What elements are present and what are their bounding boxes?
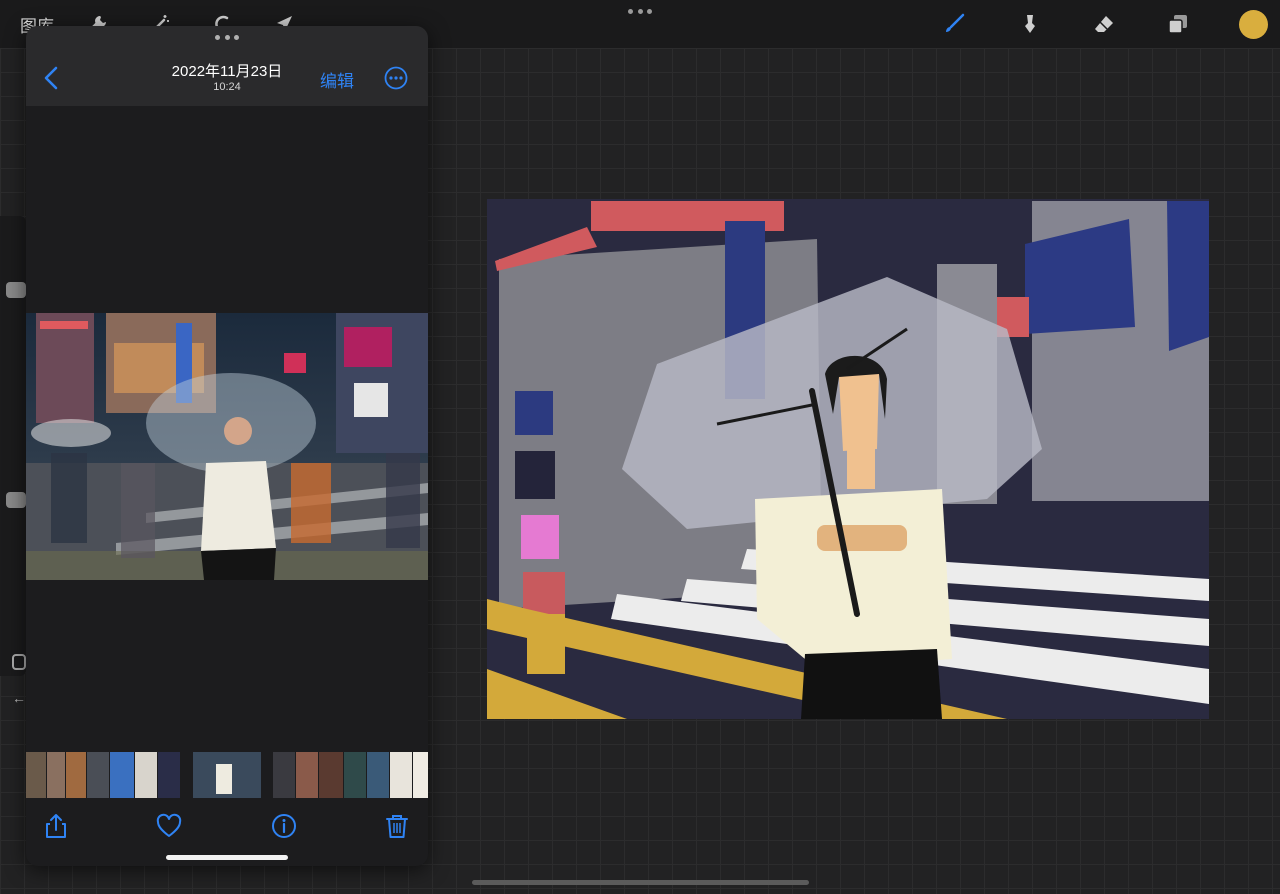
undo-icon[interactable]: ←: [12, 690, 26, 706]
back-chevron-icon[interactable]: [40, 64, 64, 92]
thumbnail-strip[interactable]: [26, 752, 428, 798]
sidebar: [0, 216, 26, 676]
trash-icon[interactable]: [383, 812, 411, 840]
info-icon[interactable]: [270, 812, 298, 840]
scroll-indicator: [472, 880, 809, 885]
photo-date: 2022年11月23日: [171, 63, 283, 80]
eraser-icon[interactable]: [1088, 8, 1120, 40]
toolbar-grabber[interactable]: [628, 6, 652, 16]
opacity-slider[interactable]: [6, 492, 26, 508]
photo-time: 10:24: [213, 81, 241, 93]
panel-grabber[interactable]: [215, 35, 239, 41]
color-picker-swatch[interactable]: [1239, 10, 1268, 39]
edit-button[interactable]: 编辑: [320, 67, 354, 92]
heart-icon[interactable]: [155, 812, 183, 840]
artwork-canvas[interactable]: [487, 199, 1209, 719]
layers-icon[interactable]: [1162, 8, 1194, 40]
reference-photo[interactable]: [26, 313, 428, 580]
brush-icon[interactable]: [938, 8, 970, 40]
photos-panel: 2022年11月23日 10:24 编辑: [26, 26, 428, 866]
more-options-icon[interactable]: [384, 66, 408, 90]
brush-size-slider[interactable]: [6, 282, 26, 298]
share-icon[interactable]: [42, 812, 70, 840]
smudge-icon[interactable]: [1014, 8, 1046, 40]
home-indicator: [166, 855, 288, 860]
modify-button[interactable]: [12, 654, 26, 670]
photos-header: 2022年11月23日 10:24 编辑: [26, 26, 428, 106]
